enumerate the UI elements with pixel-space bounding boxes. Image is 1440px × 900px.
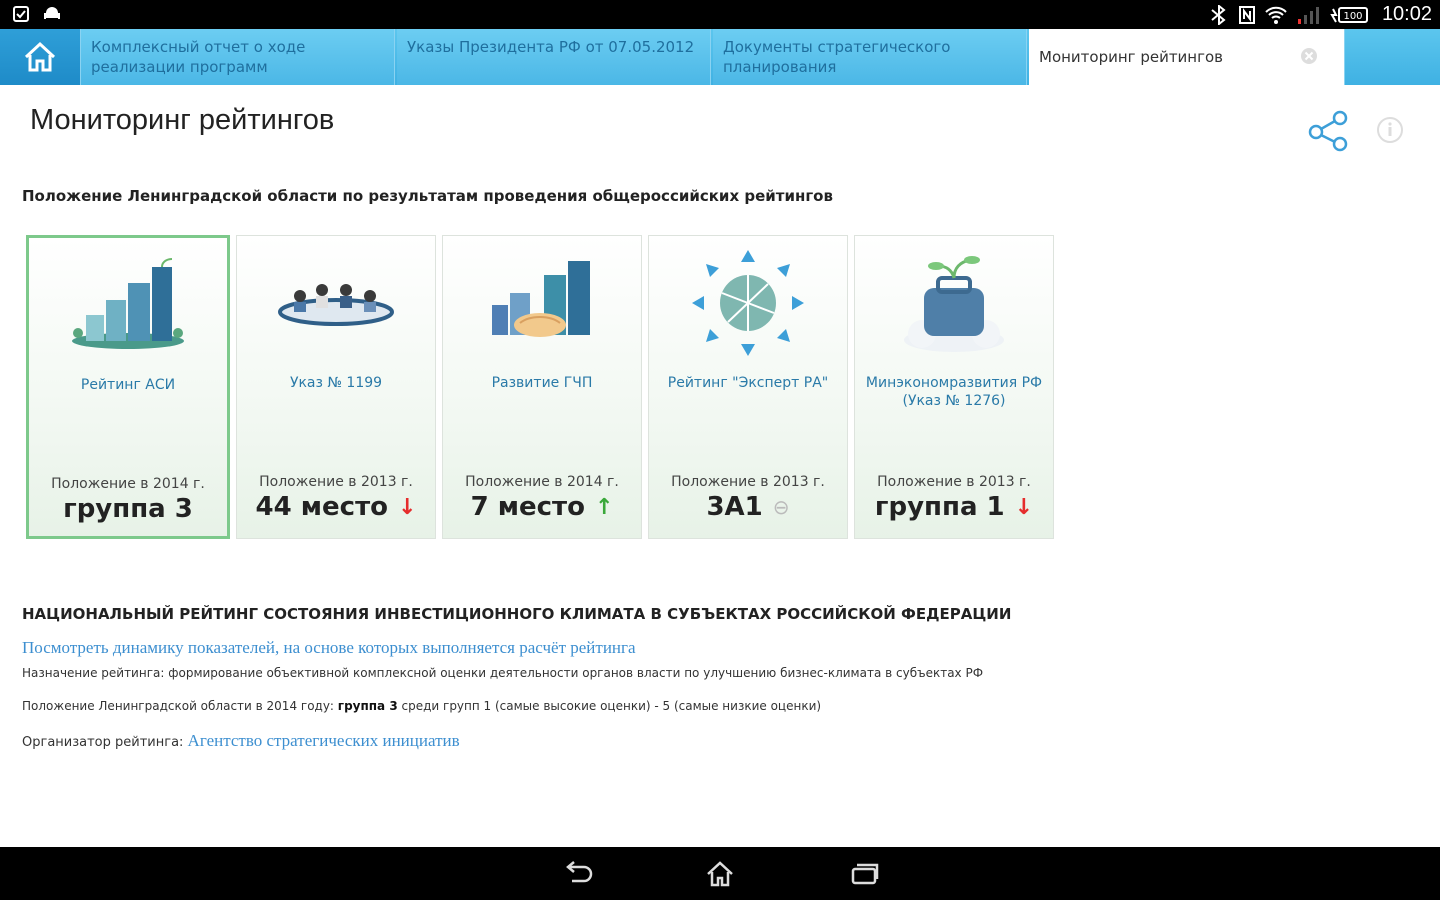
- national-rating-heading: НАЦИОНАЛЬНЫЙ РЕЙТИНГ СОСТОЯНИЯ ИНВЕСТИЦИ…: [22, 605, 1012, 623]
- card-value: 7 место ↑: [470, 492, 614, 522]
- rating-cards: Рейтинг АСИ Положение в 2014 г. группа 3…: [26, 235, 1054, 539]
- ratings-section-heading: Положение Ленинградской области по резул…: [22, 187, 833, 205]
- tab-bar: Комплексный отчет о ходе реализации прог…: [0, 29, 1440, 85]
- card-position-label: Положение в 2013 г.: [259, 474, 413, 490]
- rating-organizer: Организатор рейтинга: Агентство стратеги…: [22, 731, 460, 750]
- card-value: 44 место ↓: [255, 492, 417, 522]
- android-notification-icon: [44, 7, 60, 19]
- status-bar: 100 10:02: [0, 0, 1440, 29]
- organizer-link[interactable]: Агентство стратегических инициатив: [188, 731, 460, 750]
- rating-card-ministry[interactable]: Минэкономразвития РФ (Указ № 1276) Полож…: [854, 235, 1054, 539]
- back-icon[interactable]: [560, 859, 594, 889]
- expert-ra-illustration: [649, 248, 847, 358]
- card-name: Рейтинг АСИ: [80, 377, 176, 393]
- card-value: группа 1 ↓: [874, 492, 1034, 522]
- home-icon: [24, 41, 56, 72]
- ppp-illustration: [443, 248, 641, 358]
- rating-card-ppp[interactable]: Развитие ГЧП Положение в 2014 г. 7 место…: [442, 235, 642, 539]
- navigation-bar: [0, 847, 1440, 900]
- region-position: Положение Ленинградской области в 2014 г…: [22, 699, 822, 713]
- card-name: Рейтинг "Эксперт РА": [667, 375, 829, 391]
- card-value: 3А1 ⊖: [706, 492, 790, 522]
- tab-president-decrees[interactable]: Указы Президента РФ от 07.05.2012: [397, 29, 711, 85]
- rating-purpose: Назначение рейтинга: формирование объект…: [22, 666, 984, 680]
- card-name: Развитие ГЧП: [491, 375, 593, 391]
- ministry-illustration: [855, 248, 1053, 358]
- arrow-up-icon: ↑: [594, 494, 614, 520]
- nfc-icon: [1238, 5, 1255, 24]
- card-position-label: Положение в 2014 г.: [465, 474, 619, 490]
- clock: 10:02: [1381, 3, 1432, 25]
- card-position-label: Положение в 2014 г.: [51, 476, 205, 492]
- home-nav-icon[interactable]: [703, 859, 737, 889]
- svg-text:100: 100: [1343, 11, 1362, 22]
- rating-card-asi[interactable]: Рейтинг АСИ Положение в 2014 г. группа 3: [26, 235, 230, 539]
- card-value: группа 3: [63, 494, 193, 524]
- tab-complex-report[interactable]: Комплексный отчет о ходе реализации прог…: [81, 29, 395, 85]
- tab-strategic-documents[interactable]: Документы стратегического планирования: [713, 29, 1027, 85]
- battery-icon: 100: [1330, 6, 1368, 23]
- tab-ratings-monitoring[interactable]: Мониторинг рейтингов: [1029, 29, 1345, 85]
- recent-apps-icon[interactable]: [848, 859, 882, 889]
- share-icon[interactable]: [1306, 110, 1350, 152]
- bluetooth-icon: [1211, 4, 1226, 25]
- arrow-down-icon: ↓: [1014, 494, 1034, 520]
- home-tab[interactable]: [0, 29, 81, 85]
- indicators-dynamics-link[interactable]: Посмотреть динамику показателей, на осно…: [22, 638, 636, 658]
- rating-card-expert-ra[interactable]: Рейтинг "Эксперт РА" Положение в 2013 г.…: [648, 235, 848, 539]
- card-name: Минэкономразвития РФ (Указ № 1276): [865, 375, 1043, 409]
- decree-1199-illustration: [237, 248, 435, 358]
- asi-illustration: [29, 250, 227, 360]
- info-icon[interactable]: [1376, 116, 1404, 144]
- page-title: Мониторинг рейтингов: [30, 104, 335, 136]
- rating-card-decree-1199[interactable]: Указ № 1199 Положение в 2013 г. 44 место…: [236, 235, 436, 539]
- close-tab-icon[interactable]: [1300, 47, 1318, 65]
- card-position-label: Положение в 2013 г.: [671, 474, 825, 490]
- wifi-icon: [1265, 6, 1287, 24]
- card-name: Указ № 1199: [289, 375, 383, 391]
- arrow-down-icon: ↓: [398, 494, 417, 520]
- checkbox-notification-icon: [13, 6, 29, 22]
- card-position-label: Положение в 2013 г.: [877, 474, 1031, 490]
- signal-icon: [1297, 6, 1319, 24]
- neutral-trend-icon: ⊖: [772, 495, 790, 519]
